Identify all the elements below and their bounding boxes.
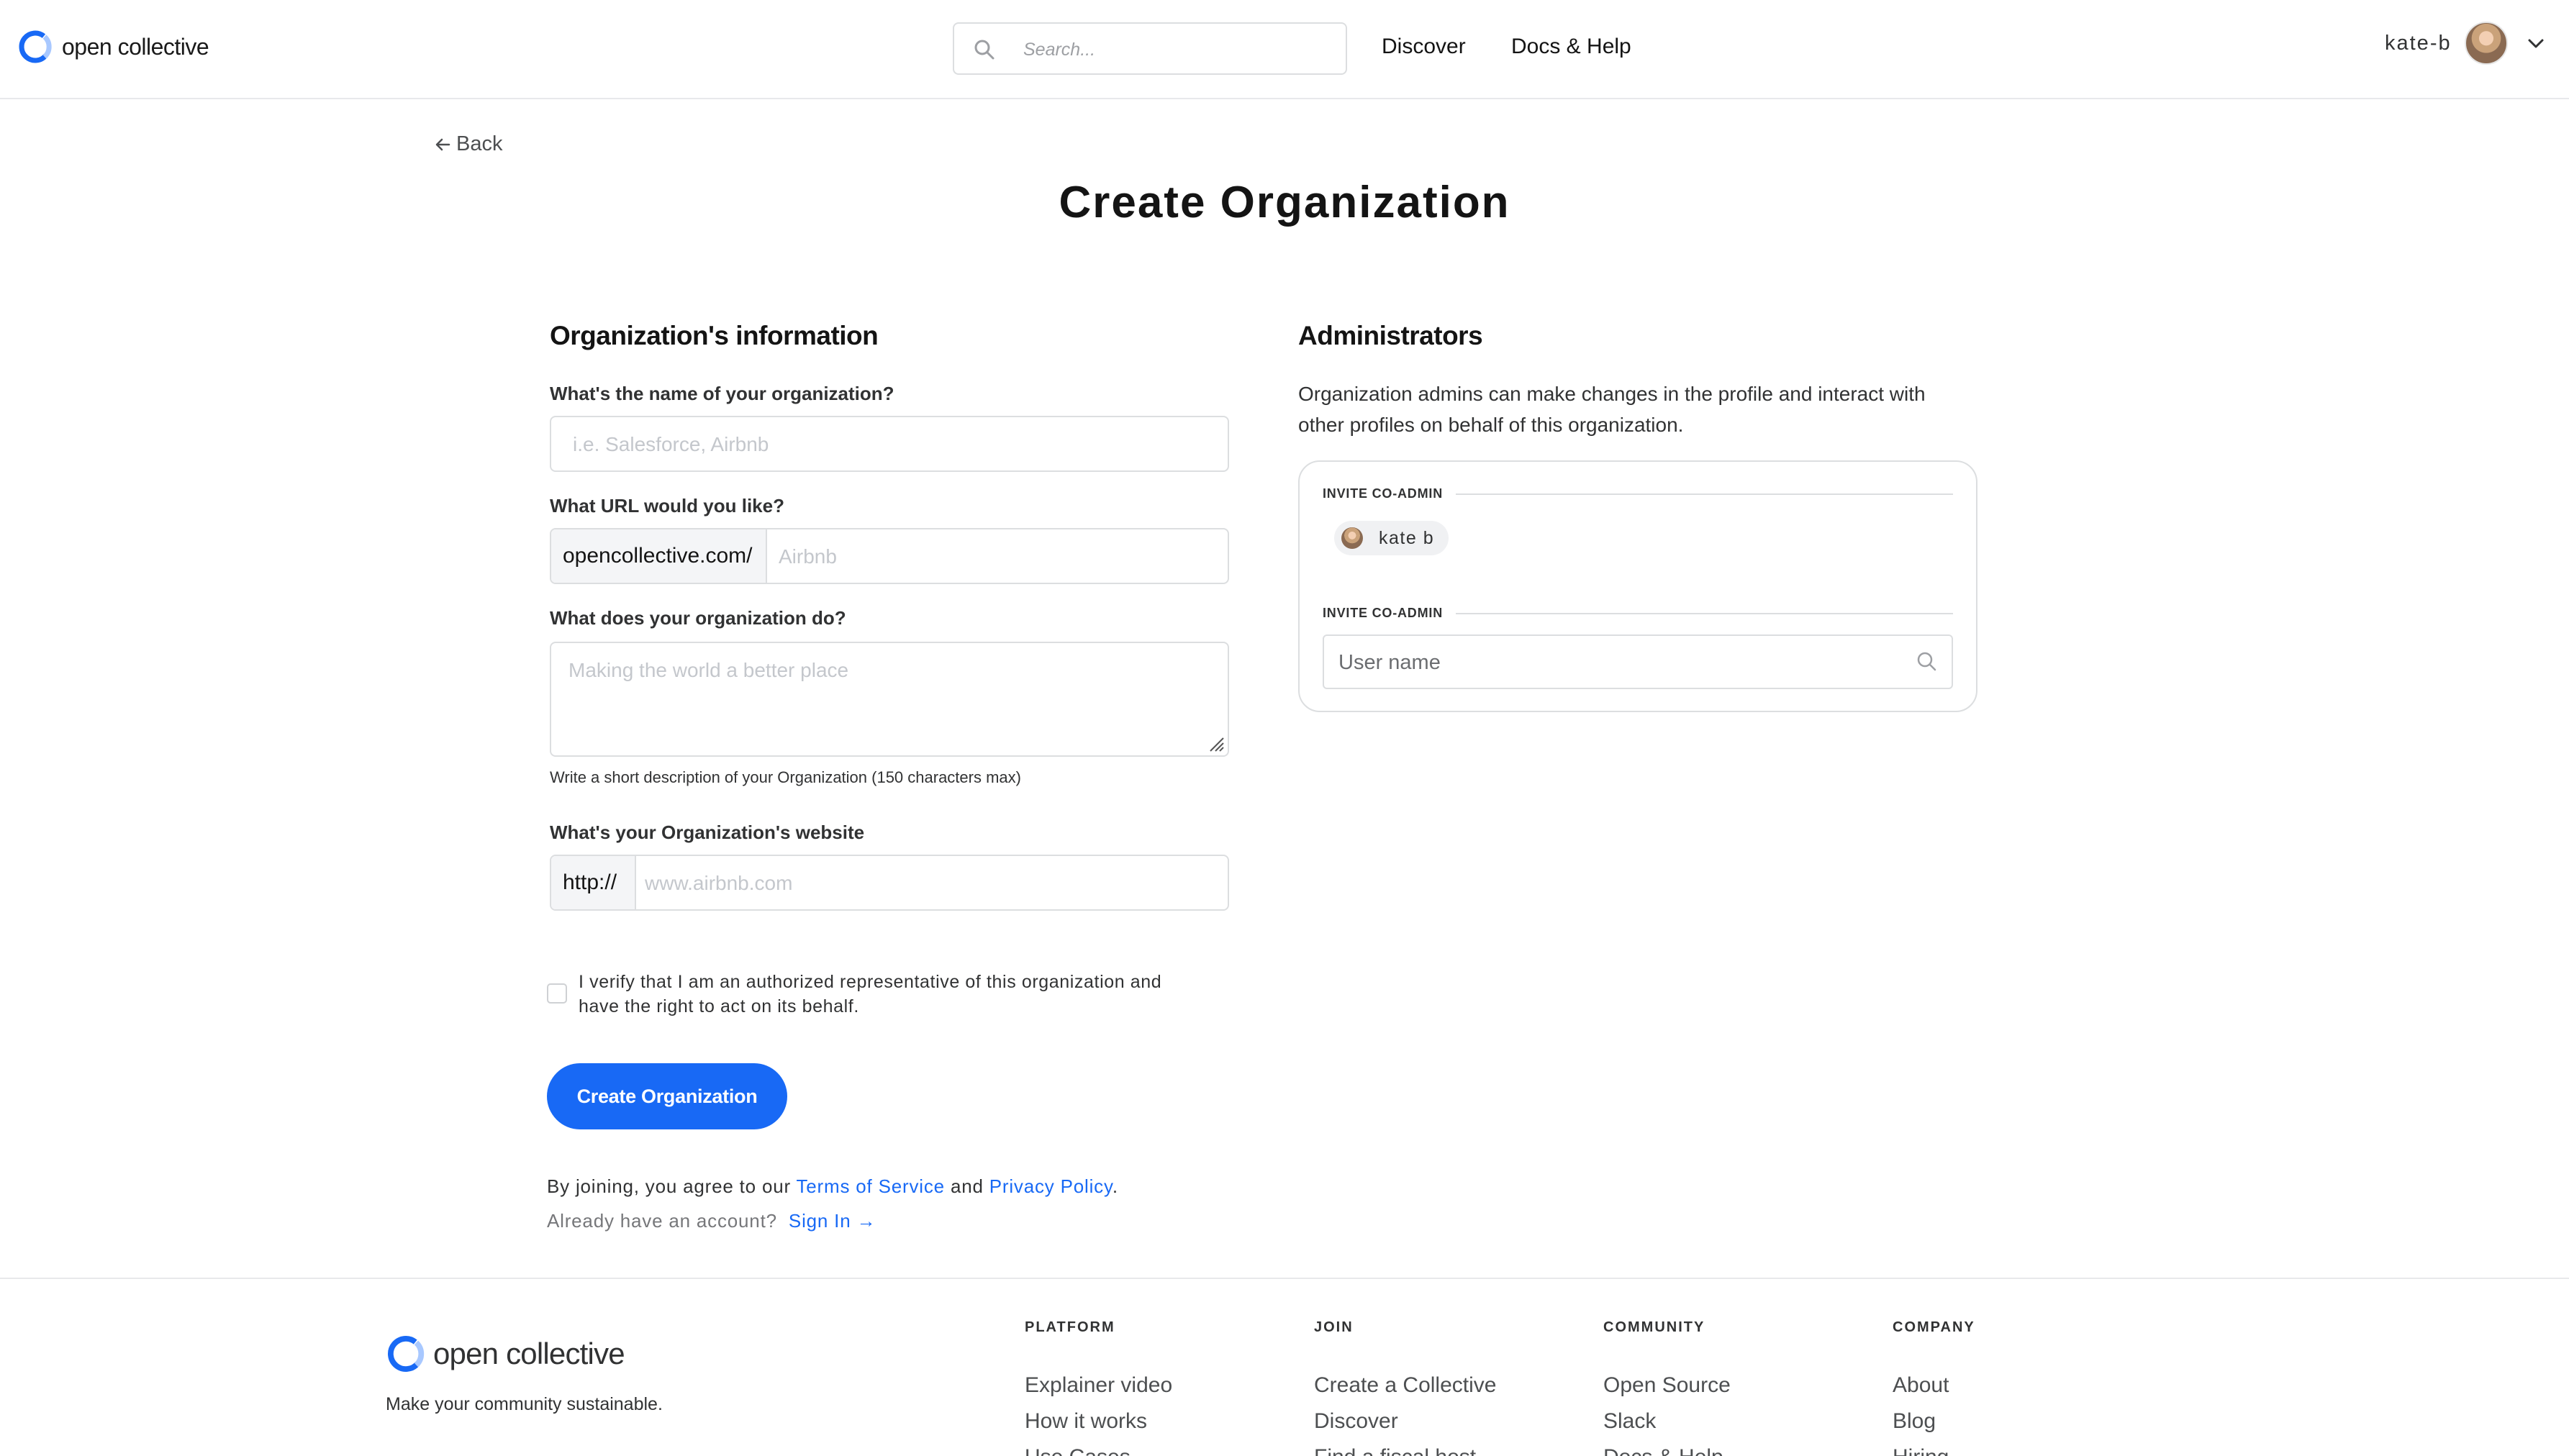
administrators-card: INVITE CO-ADMIN kate b INVITE CO-ADMIN bbox=[1298, 460, 1977, 712]
top-navbar: open collective Discover Docs & Help kat… bbox=[0, 0, 2569, 99]
footer-column-community: COMMUNITY Open Source Slack Docs & Help bbox=[1603, 1319, 1731, 1456]
footer-link[interactable]: Hiring bbox=[1893, 1439, 1975, 1456]
footer-link[interactable]: How it works bbox=[1025, 1403, 1172, 1439]
org-description-label: What does your organization do? bbox=[550, 607, 846, 629]
administrators-title: Administrators bbox=[1298, 321, 1483, 350]
chevron-down-icon[interactable] bbox=[2527, 34, 2545, 53]
footer: open collective Make your community sust… bbox=[0, 1278, 2569, 1456]
org-description-textarea[interactable] bbox=[568, 659, 1202, 742]
footer-link[interactable]: Blog bbox=[1893, 1403, 1975, 1439]
coadmin-search-input[interactable] bbox=[1338, 647, 1885, 678]
invite-coadmin-label: INVITE CO-ADMIN bbox=[1323, 486, 1953, 501]
footer-column-title: COMPANY bbox=[1893, 1319, 1975, 1335]
search-icon bbox=[1917, 652, 1936, 671]
account-question: Already have an account? bbox=[547, 1210, 777, 1232]
logo-icon bbox=[388, 1336, 425, 1372]
org-website-label: What's your Organization's website bbox=[550, 822, 865, 843]
footer-column-company: COMPANY About Blog Hiring bbox=[1893, 1319, 1975, 1456]
org-name-field[interactable] bbox=[550, 416, 1229, 472]
footer-tagline: Make your community sustainable. bbox=[386, 1394, 663, 1414]
verify-text: I verify that I am an authorized represe… bbox=[579, 972, 1162, 1016]
admin-chip[interactable]: kate b bbox=[1334, 521, 1449, 555]
nav-docs-help[interactable]: Docs & Help bbox=[1511, 35, 1631, 59]
org-description-field[interactable] bbox=[550, 642, 1229, 757]
terms-prefix: By joining, you agree to our bbox=[547, 1175, 791, 1197]
terms-of-service-link[interactable]: Terms of Service bbox=[797, 1175, 945, 1197]
coadmin-search-field[interactable] bbox=[1323, 634, 1953, 689]
terms-text: By joining, you agree to our Terms of Se… bbox=[547, 1175, 1118, 1198]
search-bar[interactable] bbox=[953, 22, 1347, 75]
verify-checkbox[interactable] bbox=[547, 983, 567, 1004]
url-prefix: opencollective.com/ bbox=[551, 529, 767, 583]
create-organization-button[interactable]: Create Organization bbox=[547, 1063, 787, 1129]
back-label: Back bbox=[456, 132, 503, 155]
footer-link[interactable]: Open Source bbox=[1603, 1368, 1731, 1403]
signin-prompt: Already have an account? Sign In → bbox=[547, 1210, 876, 1232]
footer-column-title: COMMUNITY bbox=[1603, 1319, 1705, 1335]
admin-chip-name: kate b bbox=[1379, 527, 1435, 548]
org-url-input[interactable] bbox=[779, 542, 1210, 572]
resize-handle-icon[interactable] bbox=[1209, 737, 1225, 752]
back-link[interactable]: Back bbox=[435, 132, 502, 156]
org-name-label: What's the name of your organization? bbox=[550, 383, 894, 404]
logo-icon bbox=[19, 30, 52, 63]
sign-in-link[interactable]: Sign In → bbox=[789, 1210, 876, 1232]
admin-avatar bbox=[1341, 527, 1363, 549]
org-url-label: What URL would you like? bbox=[550, 495, 784, 517]
description-help-text: Write a short description of your Organi… bbox=[550, 768, 1021, 786]
logo-text: open collective bbox=[62, 33, 209, 60]
footer-column-title: JOIN bbox=[1314, 1319, 1354, 1335]
invite-coadmin-label-2: INVITE CO-ADMIN bbox=[1323, 606, 1953, 621]
logo[interactable]: open collective bbox=[16, 27, 209, 66]
footer-link[interactable]: About bbox=[1893, 1368, 1975, 1403]
administrators-description: Organization admins can make changes in … bbox=[1298, 383, 1926, 436]
avatar[interactable] bbox=[2464, 22, 2508, 65]
footer-logo-text: open collective bbox=[433, 1337, 625, 1370]
user-menu[interactable]: kate-b bbox=[2385, 22, 2545, 65]
user-name: kate-b bbox=[2385, 31, 2452, 55]
footer-logo[interactable]: open collective bbox=[384, 1332, 625, 1375]
org-website-field[interactable]: http:// bbox=[550, 855, 1229, 911]
terms-and: and bbox=[950, 1175, 984, 1197]
org-website-input[interactable] bbox=[645, 868, 1206, 898]
invite-coadmin-label-2-text: INVITE CO-ADMIN bbox=[1323, 606, 1443, 620]
footer-link[interactable]: Use Cases bbox=[1025, 1439, 1172, 1456]
footer-link[interactable]: Find a fiscal host bbox=[1314, 1439, 1496, 1456]
footer-column-join: JOIN Create a Collective Discover Find a… bbox=[1314, 1319, 1496, 1456]
footer-link[interactable]: Explainer video bbox=[1025, 1368, 1172, 1403]
arrow-left-icon bbox=[435, 138, 450, 150]
search-input[interactable] bbox=[1023, 34, 1326, 65]
website-prefix: http:// bbox=[551, 856, 636, 909]
search-icon bbox=[974, 40, 994, 60]
footer-column-title: PLATFORM bbox=[1025, 1319, 1115, 1335]
footer-link[interactable]: Create a Collective bbox=[1314, 1368, 1496, 1403]
invite-coadmin-label-text: INVITE CO-ADMIN bbox=[1323, 486, 1443, 501]
org-url-field[interactable]: opencollective.com/ bbox=[550, 528, 1229, 584]
footer-link[interactable]: Slack bbox=[1603, 1403, 1731, 1439]
page-title: Create Organization bbox=[1059, 178, 1510, 227]
privacy-policy-link[interactable]: Privacy Policy bbox=[989, 1175, 1113, 1197]
terms-suffix: . bbox=[1112, 1175, 1118, 1197]
footer-link[interactable]: Docs & Help bbox=[1603, 1439, 1731, 1456]
org-name-input[interactable] bbox=[573, 429, 1206, 460]
footer-link[interactable]: Discover bbox=[1314, 1403, 1496, 1439]
org-info-title: Organization's information bbox=[550, 321, 879, 350]
footer-column-platform: PLATFORM Explainer video How it works Us… bbox=[1025, 1319, 1172, 1456]
nav-discover[interactable]: Discover bbox=[1382, 35, 1466, 59]
